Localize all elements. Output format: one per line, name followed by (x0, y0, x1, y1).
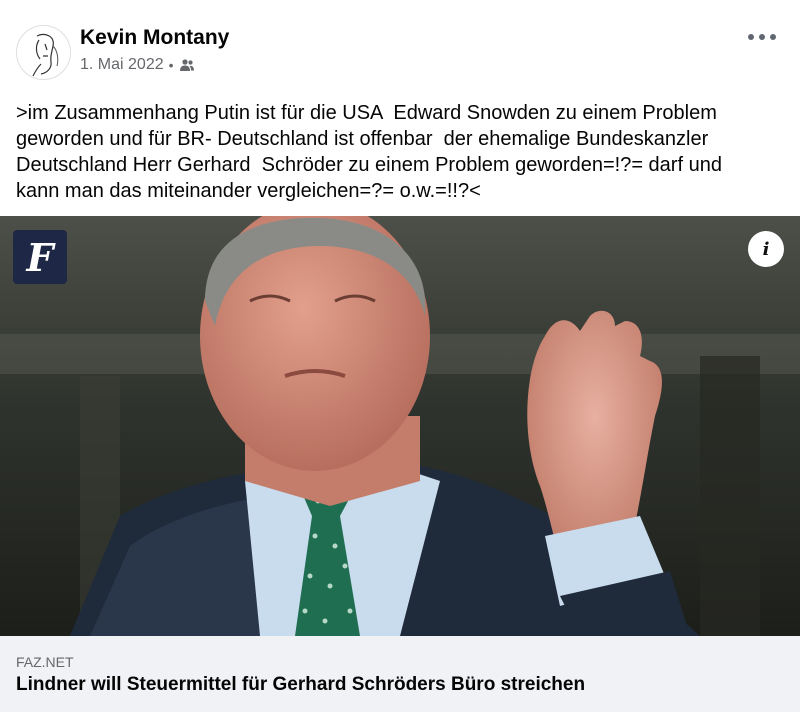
more-options-icon[interactable] (748, 30, 776, 44)
link-preview[interactable]: FAZ.NET Lindner will Steuermittel für Ge… (0, 636, 800, 712)
post-header: Kevin Montany 1. Mai 2022 • (0, 0, 800, 90)
meta-separator: • (168, 57, 174, 73)
publisher-logo-icon: F (13, 230, 67, 284)
more-dot (748, 34, 754, 40)
facebook-post: Kevin Montany 1. Mai 2022 • >im Zusammen… (0, 0, 800, 712)
friends-icon[interactable] (179, 58, 195, 72)
more-dot (770, 34, 776, 40)
post-text: >im Zusammenhang Putin ist für die USA E… (16, 102, 722, 202)
author-avatar[interactable] (16, 25, 71, 80)
avatar-sketch-icon (32, 33, 59, 77)
post-date[interactable]: 1. Mai 2022 (80, 56, 164, 74)
post-meta: 1. Mai 2022 • (80, 56, 195, 74)
article-photo[interactable] (0, 216, 800, 636)
link-domain: FAZ.NET (16, 654, 74, 670)
link-title[interactable]: Lindner will Steuermittel für Gerhard Sc… (16, 674, 585, 696)
photo-illustration (0, 216, 800, 636)
author-name[interactable]: Kevin Montany (80, 26, 229, 50)
info-icon[interactable]: i (748, 231, 784, 267)
more-dot (759, 34, 765, 40)
